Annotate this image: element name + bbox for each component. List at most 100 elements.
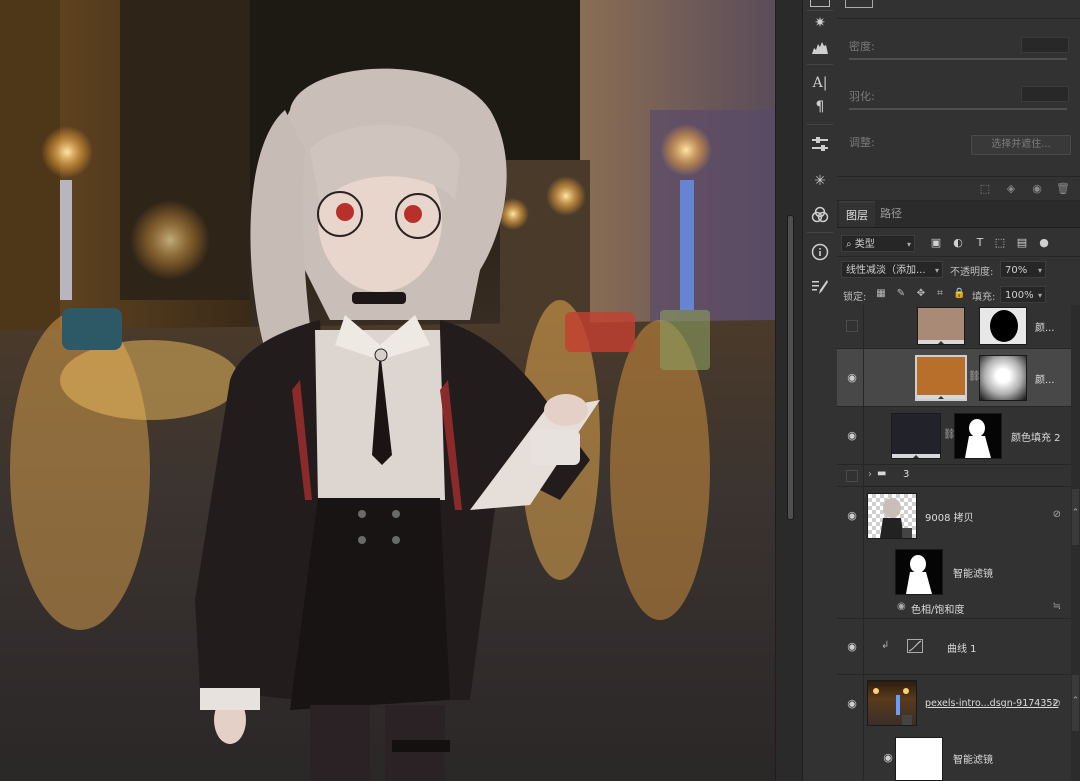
tab-layers[interactable]: 图层 [839, 201, 875, 227]
separator [837, 176, 1080, 177]
eye-icon[interactable]: ◉ [881, 752, 895, 763]
visibility-icon[interactable]: ◉ [1030, 182, 1044, 196]
smart-filter-label[interactable]: 智能滤镜 [953, 751, 993, 766]
separator [837, 18, 1080, 19]
fill-color-thumbnail [891, 413, 941, 459]
eye-icon[interactable]: ◉ [845, 430, 859, 441]
group-row[interactable]: › ▬ 3 [837, 465, 1071, 487]
expand-chevron-icon[interactable]: › [868, 469, 872, 480]
separator [807, 232, 833, 233]
canvas-vertical-scrollbar[interactable] [775, 0, 803, 781]
eye-icon[interactable]: ◉ [845, 641, 859, 652]
lock-artboard-icon[interactable]: ⌗ [934, 288, 946, 300]
smart-object-link-icon: ⊘ [1052, 509, 1061, 520]
artwork-image [0, 0, 775, 781]
filter-toggle-icon[interactable]: ● [1037, 236, 1051, 250]
smart-object-filter-icon[interactable]: ▤ [1015, 236, 1029, 250]
mask-thumbnail [979, 355, 1027, 401]
fill-color-thumbnail [915, 355, 967, 401]
trash-icon[interactable]: 🗑 [1056, 182, 1070, 196]
lock-transparent-icon[interactable]: ▦ [875, 288, 887, 300]
separator [863, 487, 864, 545]
layer-row[interactable]: ◉ pexels-intro...dsgn-9174352 ⊘ [837, 675, 1071, 733]
search-icon: ⌕ [846, 239, 855, 250]
separator [863, 305, 864, 348]
character-icon[interactable]: A| [809, 72, 831, 94]
layer-name[interactable]: 颜... [1035, 319, 1055, 334]
collapsed-panel-icon[interactable] [809, 0, 831, 8]
visibility-toggle[interactable] [846, 470, 858, 482]
opacity-input[interactable]: 70% ▾ [1000, 261, 1046, 278]
properties-panel: 密度: 羽化: 调整: 选择并遮住... ⬚ ◈ ◉ 🗑 [837, 0, 1080, 200]
eye-icon[interactable]: ◉ [845, 372, 859, 383]
fill-input[interactable]: 100% ▾ [1000, 286, 1046, 303]
link-icon[interactable]: ⛓ [943, 429, 956, 440]
smart-filter-mask-thumbnail [895, 549, 943, 595]
eye-icon[interactable]: ◉ [845, 510, 859, 521]
layer-list: 颜... ◉ ⛓ 颜... ◉ ⛓ 颜色填充 2 › ▬ 3 ◉ 9008 拷贝… [837, 305, 1080, 781]
layers-scrollbar[interactable]: ⌃ ⌃ [1071, 305, 1080, 781]
info-icon[interactable] [809, 241, 831, 263]
layer-name[interactable]: 9008 拷贝 [925, 509, 974, 524]
document-canvas[interactable] [0, 0, 775, 781]
paragraph-icon[interactable]: ¶ [809, 96, 831, 118]
separator [863, 349, 864, 406]
layer-name[interactable]: 颜色填充 2 [1011, 429, 1061, 444]
layers-panel: 图层 路径 ⌕ 类型 ▾ ▣ ◐ T ⬚ ▤ ● 线性减淡（添加... ▾ 不透… [837, 201, 1080, 781]
density-label: 密度: [849, 40, 875, 53]
group-name[interactable]: 3 [903, 469, 909, 480]
histogram-icon[interactable] [809, 36, 831, 58]
opacity-label: 不透明度: [950, 267, 994, 278]
layer-name[interactable]: pexels-intro...dsgn-9174352 [925, 698, 1058, 709]
layer-row-selected[interactable]: ◉ ⛓ 颜... [837, 349, 1071, 407]
smart-filter-label[interactable]: 智能滤镜 [953, 565, 993, 580]
layer-row[interactable]: 颜... [837, 305, 1071, 349]
type-filter-icon[interactable]: T [973, 236, 987, 250]
lock-all-icon[interactable]: 🔒 [953, 288, 965, 300]
mask-thumbnail [954, 413, 1002, 459]
smart-filter-row[interactable]: 智能滤镜 [837, 545, 1071, 597]
layer-row[interactable]: ◉ 9008 拷贝 ⊘ [837, 487, 1071, 545]
filter-entry-row[interactable]: ◉ 色相/饱和度 ≒ [837, 597, 1071, 619]
layer-name[interactable]: 曲线 1 [947, 640, 977, 655]
select-and-mask-button[interactable]: 选择并遮住... [971, 135, 1071, 155]
adjustment-filter-icon[interactable]: ◐ [951, 236, 965, 250]
visibility-toggle[interactable] [846, 320, 858, 332]
layer-row[interactable]: ◉ ↲ 曲线 1 [837, 619, 1071, 675]
lock-image-icon[interactable]: ✎ [895, 288, 907, 300]
load-selection-icon[interactable]: ⬚ [978, 182, 992, 196]
layer-row[interactable]: ◉ ⛓ 颜色填充 2 [837, 407, 1071, 465]
feather-field[interactable] [1021, 86, 1069, 102]
layer-name[interactable]: 颜... [1035, 371, 1055, 386]
filter-options-icon[interactable]: ≒ [1053, 601, 1061, 612]
feather-slider[interactable] [849, 108, 1067, 110]
filter-name[interactable]: 色相/饱和度 [911, 601, 964, 616]
opacity-value: 70% [1005, 265, 1028, 276]
collapse-chevron-icon[interactable]: ⌃ [1071, 508, 1080, 518]
density-slider[interactable] [849, 58, 1067, 60]
filter-eye-icon[interactable]: ◉ [897, 601, 906, 612]
apply-mask-icon[interactable]: ◈ [1004, 182, 1018, 196]
separator [863, 675, 864, 733]
eye-icon[interactable]: ◉ [845, 698, 859, 709]
canvas-scroll-thumb[interactable] [787, 215, 794, 520]
smart-filter-row[interactable]: ◉ 智能滤镜 [837, 733, 1071, 781]
tool-presets-icon[interactable] [809, 276, 831, 298]
collapse-chevron-icon[interactable]: ⌃ [1071, 696, 1080, 706]
density-field[interactable] [1021, 37, 1069, 53]
color-circles-icon[interactable] [809, 204, 831, 226]
blend-mode-select[interactable]: 线性减淡（添加... ▾ [841, 261, 943, 278]
separator [807, 124, 833, 125]
radial-brush-icon[interactable]: ✷ [809, 12, 831, 34]
image-filter-icon[interactable]: ▣ [929, 236, 943, 250]
lock-position-icon[interactable]: ✥ [915, 288, 927, 300]
shape-filter-icon[interactable]: ⬚ [993, 236, 1007, 250]
feather-label: 羽化: [849, 90, 875, 103]
link-icon[interactable]: ⛓ [968, 371, 981, 382]
filter-kind-select[interactable]: ⌕ 类型 ▾ [841, 235, 915, 252]
tab-paths[interactable]: 路径 [873, 201, 909, 227]
clip-arrow-icon: ↲ [881, 640, 890, 651]
brush-settings-icon[interactable]: ✳ [809, 170, 831, 192]
mask-type-icon[interactable] [845, 0, 873, 8]
adjustments-sliders-icon[interactable] [809, 133, 831, 155]
